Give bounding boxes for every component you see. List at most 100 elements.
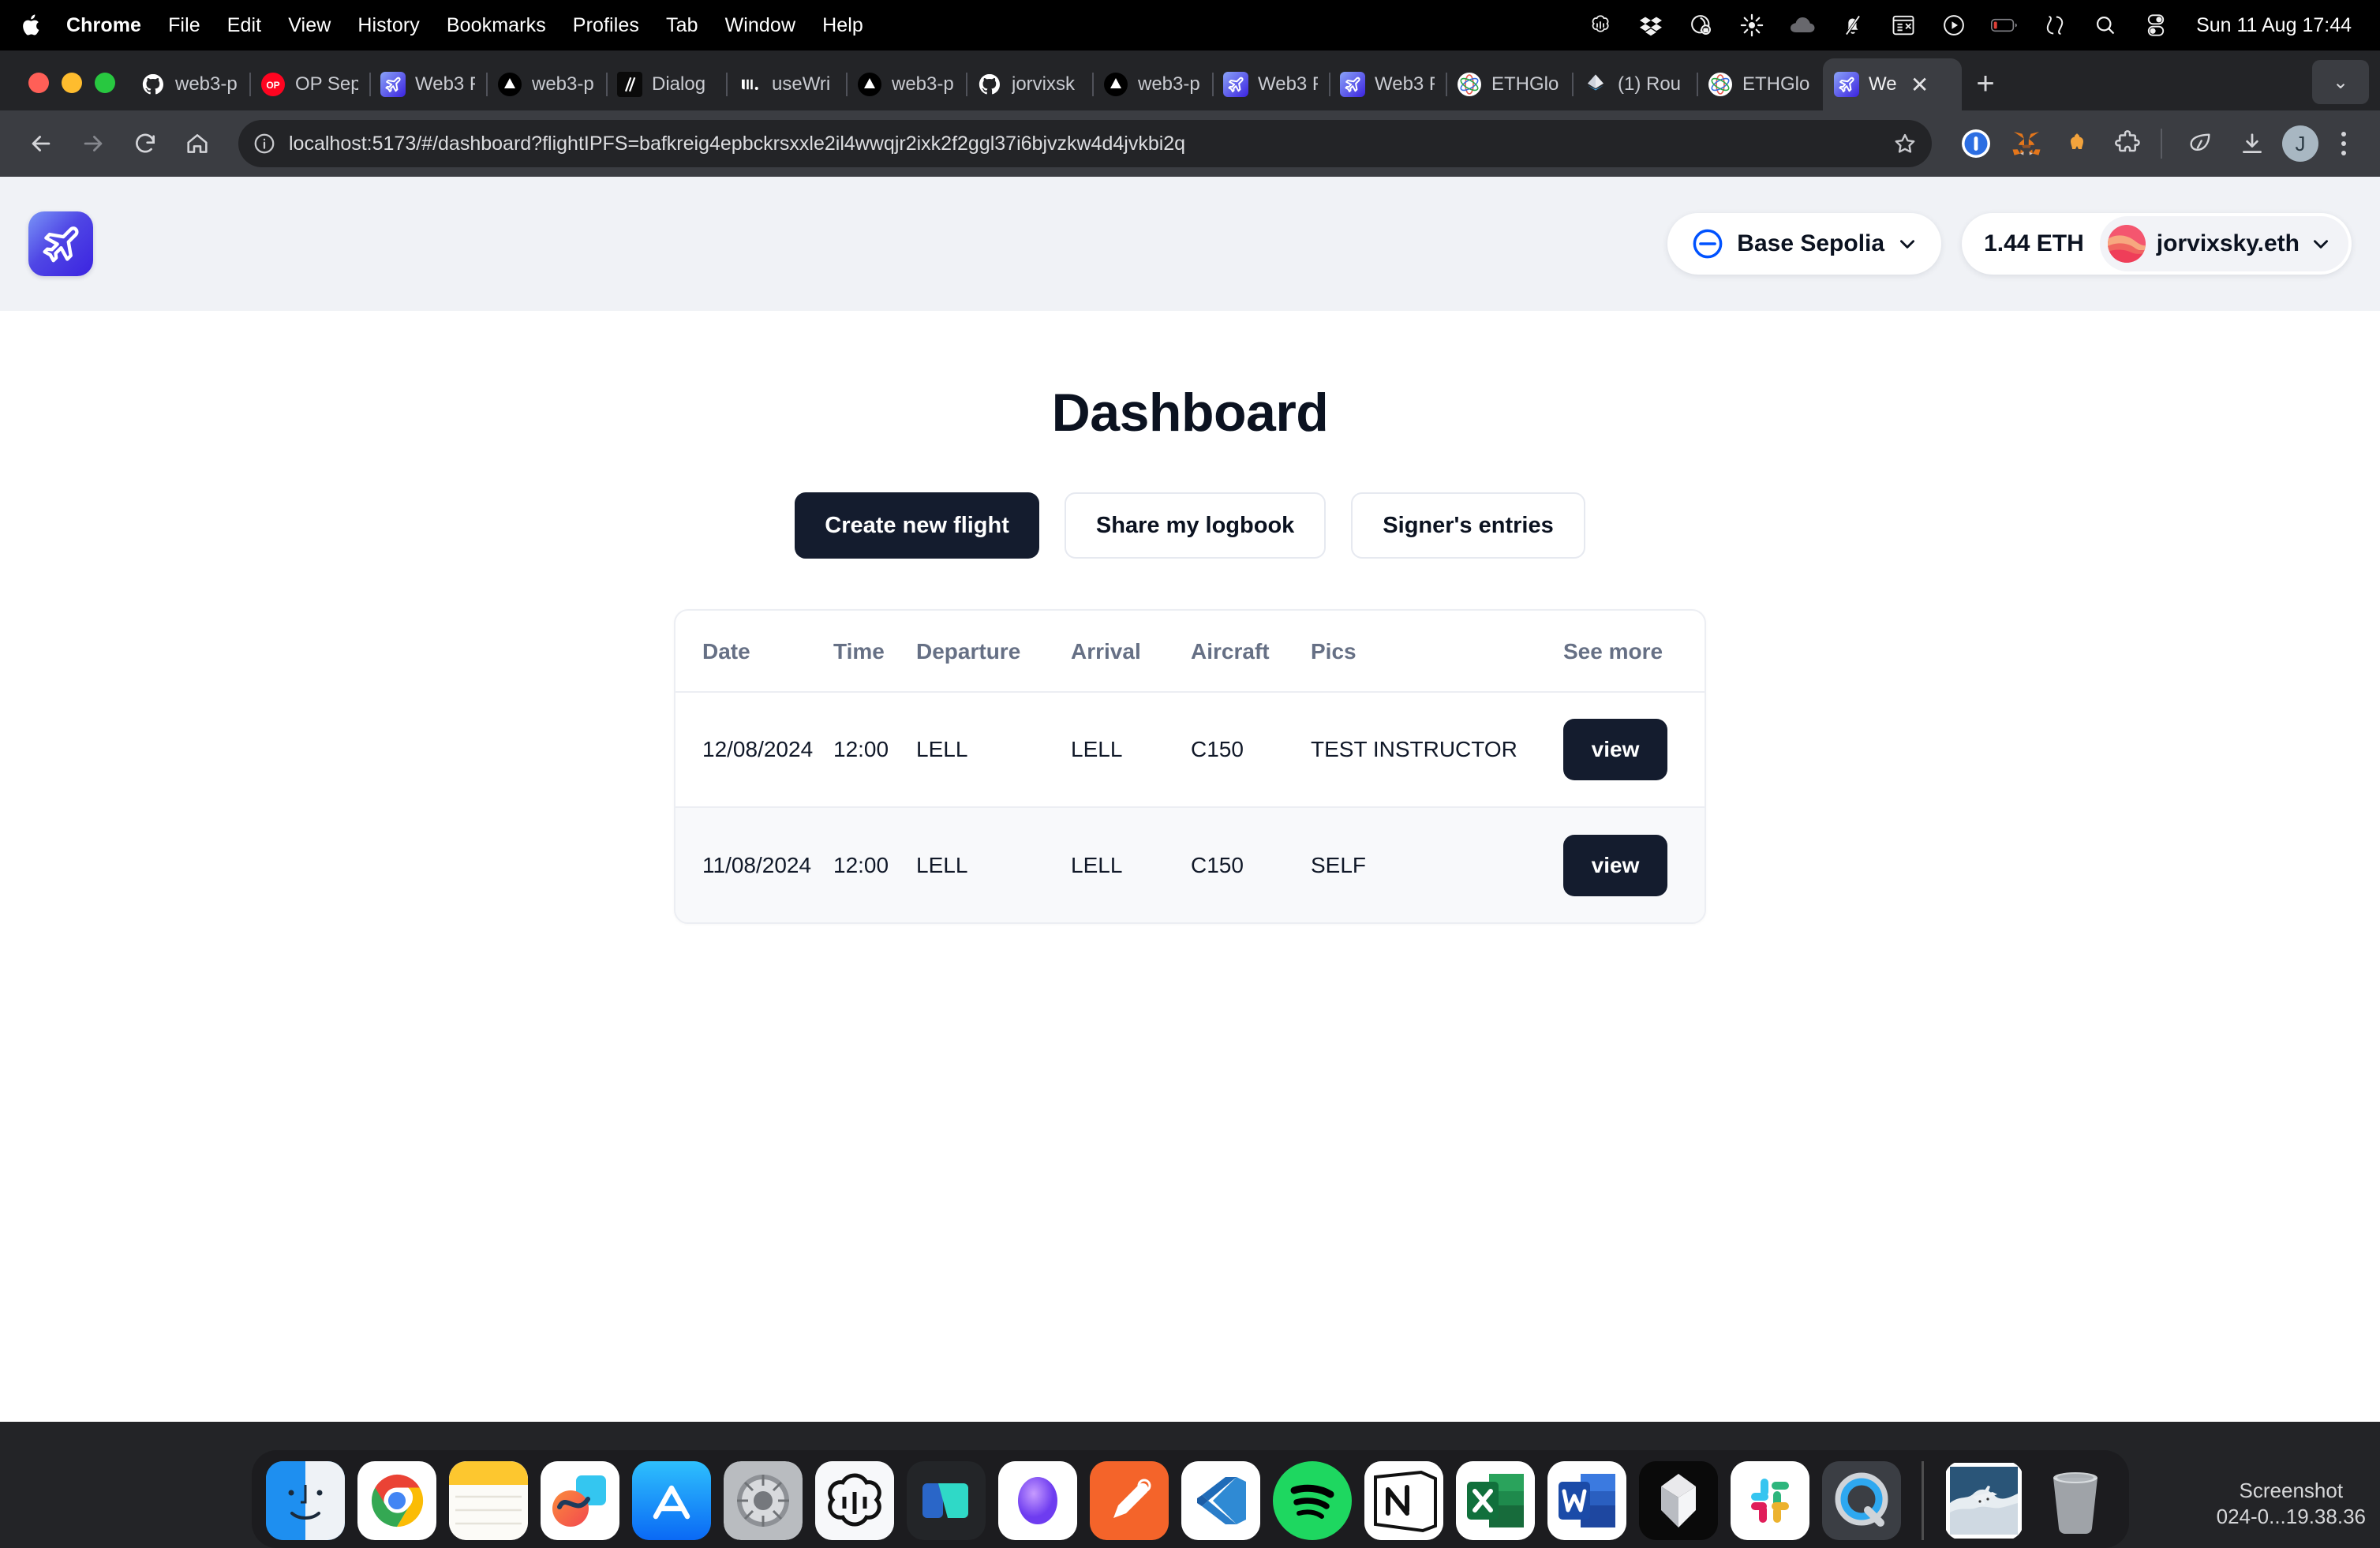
spotify-icon[interactable] (1272, 1461, 1352, 1540)
column-header-aircraft[interactable]: Aircraft (1191, 611, 1311, 693)
star-icon[interactable] (1892, 131, 1918, 156)
menu-item-profiles[interactable]: Profiles (573, 14, 639, 37)
freeform-icon[interactable] (540, 1461, 619, 1540)
menu-item-edit[interactable]: Edit (227, 14, 261, 37)
quicktime-icon[interactable] (1821, 1461, 1901, 1540)
leaf-icon[interactable] (2178, 122, 2222, 166)
url-text[interactable]: localhost:5173/#/dashboard?flightIPFS=ba… (289, 133, 1185, 155)
copilot-icon[interactable] (906, 1461, 986, 1540)
plane-logo[interactable] (28, 211, 93, 276)
tab-ethglobal-2[interactable]: ETHGlo (1697, 58, 1823, 110)
screenshot-thumbnail[interactable] (1944, 1461, 2023, 1540)
minimize-window-button[interactable] (62, 73, 82, 93)
kebab-menu-icon[interactable] (2326, 132, 2361, 155)
menu-item-tab[interactable]: Tab (666, 14, 698, 37)
trash-icon[interactable] (2036, 1461, 2115, 1540)
tab-usewrite[interactable]: useWri (726, 58, 846, 110)
account-avatar (2107, 225, 2146, 263)
address-bar[interactable]: localhost:5173/#/dashboard?flightIPFS=ba… (238, 120, 1932, 167)
control-center-icon[interactable] (2142, 12, 2169, 39)
menu-item-history[interactable]: History (357, 14, 419, 37)
arc-icon[interactable] (997, 1461, 1077, 1540)
tab-active-web3-flight[interactable]: We ✕ (1823, 58, 1962, 110)
profile-avatar[interactable]: J (2282, 125, 2318, 162)
network-selector[interactable]: Base Sepolia (1667, 213, 1942, 275)
tab-dialog[interactable]: Dialog (606, 58, 726, 110)
share-my-logbook-button[interactable]: Share my logbook (1064, 492, 1327, 559)
vscode-icon[interactable] (1181, 1461, 1260, 1540)
cloud-icon[interactable] (1789, 12, 1816, 39)
create-new-flight-button[interactable]: Create new flight (795, 492, 1039, 559)
bell-slash-icon[interactable] (1839, 12, 1866, 39)
download-icon[interactable] (2230, 122, 2274, 166)
notes-icon[interactable] (448, 1461, 528, 1540)
menubar-clock[interactable]: Sun 11 Aug 17:44 (2196, 14, 2352, 37)
menu-item-help[interactable]: Help (822, 14, 863, 37)
column-header-pics[interactable]: Pics (1311, 611, 1563, 693)
metamask-icon[interactable] (2009, 126, 2044, 161)
menu-item-view[interactable]: View (288, 14, 331, 37)
blender-icon[interactable] (1638, 1461, 1718, 1540)
column-header-departure[interactable]: Departure (916, 611, 1071, 693)
tab-web3-p-3[interactable]: web3-p (846, 58, 966, 110)
apple-menu-icon[interactable] (21, 12, 44, 39)
tab-web3-flight-2[interactable]: Web3 F (1212, 58, 1329, 110)
column-header-time[interactable]: Time (833, 611, 916, 693)
chrome-icon[interactable] (357, 1461, 436, 1540)
word-icon[interactable] (1547, 1461, 1626, 1540)
tab-jorvixsky[interactable]: jorvixsk (966, 58, 1092, 110)
view-button[interactable]: view (1563, 834, 1667, 896)
back-button[interactable] (19, 122, 63, 166)
column-header-see-more[interactable]: See more (1563, 611, 1705, 693)
menu-item-window[interactable]: Window (725, 14, 796, 37)
notion-icon[interactable] (1364, 1461, 1443, 1540)
table-row[interactable]: 12/08/2024 12:00 LELL LELL C150 TEST INS… (675, 692, 1705, 807)
chatgpt-icon[interactable] (814, 1461, 894, 1540)
wallet-chip[interactable]: 1.44 ETH jorvixsky.eth (1962, 213, 2352, 275)
tab-ethglobal-1[interactable]: ETHGlo (1446, 58, 1572, 110)
app-store-icon[interactable] (631, 1461, 711, 1540)
column-header-arrival[interactable]: Arrival (1071, 611, 1191, 693)
view-button[interactable]: view (1563, 719, 1667, 780)
search-icon[interactable] (2092, 12, 2119, 39)
window-manager-icon[interactable] (1890, 12, 1917, 39)
menubar-items: Chrome File Edit View History Bookmarks … (66, 14, 863, 37)
finder-icon[interactable] (265, 1461, 345, 1540)
excel-icon[interactable] (1455, 1461, 1535, 1540)
tab-web3-flight-3[interactable]: Web3 F (1329, 58, 1446, 110)
tab-search-button[interactable]: ⌄ (2312, 60, 2369, 104)
puzzle-extensions-icon[interactable] (2110, 126, 2145, 161)
system-settings-icon[interactable] (723, 1461, 803, 1540)
menu-item-bookmarks[interactable]: Bookmarks (447, 14, 546, 37)
link-chain-icon[interactable] (2041, 12, 2068, 39)
tab-web3-flight-1[interactable]: Web3 F (369, 58, 486, 110)
tab-op-sepolia[interactable]: OP OP Sep (249, 58, 369, 110)
rabby-icon[interactable] (2060, 126, 2094, 161)
menu-item-file[interactable]: File (168, 14, 200, 37)
site-info-icon[interactable] (253, 132, 276, 155)
tab-web3-p-1[interactable]: web3-p (129, 58, 249, 110)
account-pill[interactable]: jorvixsky.eth (2099, 216, 2348, 271)
sunburst-icon[interactable] (1738, 12, 1765, 39)
close-icon[interactable]: ✕ (1907, 71, 1933, 98)
menu-item-chrome[interactable]: Chrome (66, 14, 141, 37)
postman-icon[interactable] (1089, 1461, 1169, 1540)
play-circle-icon[interactable] (1940, 12, 1967, 39)
forward-button[interactable] (71, 122, 115, 166)
signers-entries-button[interactable]: Signer's entries (1351, 492, 1585, 559)
maximize-window-button[interactable] (95, 73, 115, 93)
home-button[interactable] (175, 122, 219, 166)
column-header-date[interactable]: Date (675, 611, 833, 693)
openai-icon[interactable] (1587, 12, 1614, 39)
new-tab-button[interactable]: + (1962, 60, 2009, 107)
dropbox-icon[interactable] (1637, 12, 1664, 39)
tab-web3-p-2[interactable]: web3-p (486, 58, 606, 110)
1password-icon[interactable] (1959, 126, 1993, 161)
close-window-button[interactable] (28, 73, 49, 93)
tab-routescan[interactable]: (1) Rou (1572, 58, 1697, 110)
privacy-shield-icon[interactable] (1688, 12, 1715, 39)
table-row[interactable]: 11/08/2024 12:00 LELL LELL C150 SELF vie… (675, 806, 1705, 922)
reload-button[interactable] (123, 122, 167, 166)
tab-web3-p-4[interactable]: web3-p (1092, 58, 1212, 110)
slack-icon[interactable] (1730, 1461, 1809, 1540)
